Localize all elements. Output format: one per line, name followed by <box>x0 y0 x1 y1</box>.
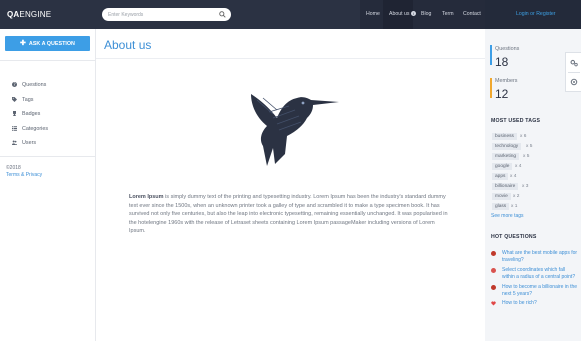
members-stat-label: Members <box>495 78 518 84</box>
ask-question-button[interactable]: ✚ ASK A QUESTION <box>5 36 90 51</box>
plus-icon: ✚ <box>20 40 26 47</box>
side-tools-panel <box>565 52 581 92</box>
article-body: is simply dummy text of the printing and… <box>129 194 448 234</box>
tag-chip[interactable]: google <box>492 163 513 170</box>
tag-count: x 2 <box>513 194 520 199</box>
tag-chip[interactable]: glass <box>492 203 510 210</box>
sidebar-item-tags[interactable]: Tags <box>12 96 33 103</box>
hot-questions-heading: HOT QUESTIONS <box>491 234 537 240</box>
tag-chip[interactable]: technology <box>492 143 522 150</box>
search-input[interactable] <box>108 10 216 19</box>
main-nav: Home About us i Blog Term Contact <box>360 0 485 29</box>
tag-chip[interactable]: apps <box>492 173 509 180</box>
tag-count: x 5 <box>526 144 533 149</box>
user-avatar-icon <box>491 285 496 290</box>
see-more-tags-link[interactable]: See more tags <box>491 213 524 219</box>
members-stat-bar <box>490 78 492 98</box>
sidebar-item-users[interactable]: Users <box>12 140 36 146</box>
search-icon[interactable] <box>219 11 226 18</box>
top-bar: QAENGINE Home About us i Blog Term Conta… <box>0 0 581 29</box>
gear-icon[interactable] <box>570 78 578 86</box>
questions-stat-bar <box>490 45 492 65</box>
sidebar-item-questions[interactable]: ? Questions <box>12 81 46 88</box>
hot-question-link[interactable]: Select coordinates which fall within a r… <box>502 267 578 280</box>
tag-count: x 1 <box>511 204 518 209</box>
tag-count: x 4 <box>510 174 517 179</box>
title-divider <box>96 58 485 59</box>
tag-chip[interactable]: movie <box>492 193 511 200</box>
tag-count: x 5 <box>523 154 530 159</box>
svg-text:?: ? <box>13 82 15 87</box>
left-sidebar: ✚ ASK A QUESTION ? Questions Tags Badges C… <box>0 29 96 341</box>
copyright: ©2018 Terms & Privacy <box>6 165 43 179</box>
tag-chip[interactable]: business <box>492 133 517 140</box>
user-avatar-icon <box>491 251 496 256</box>
article-lead: Lorem Ipsum <box>129 194 164 200</box>
hummingbird-logo-image <box>251 94 339 166</box>
list-icon <box>12 125 17 131</box>
login-area: Login or Register <box>485 0 581 29</box>
login-register-link[interactable]: Login or Register <box>516 11 556 17</box>
about-article: Lorem Ipsum is simply dummy text of the … <box>129 193 451 236</box>
search-box <box>102 8 231 21</box>
site-logo[interactable]: QAENGINE <box>7 10 51 19</box>
nav-term[interactable]: Term <box>442 11 454 17</box>
question-icon: ? <box>12 81 17 87</box>
users-icon <box>12 140 17 145</box>
hot-question-link[interactable]: How to be rich? <box>502 300 578 307</box>
hot-question-link[interactable]: How to become a billionaire in the next … <box>502 284 578 297</box>
sidebar-divider <box>0 156 96 157</box>
terms-privacy-link[interactable]: Terms & Privacy <box>6 172 42 179</box>
most-used-tags-heading: MOST USED TAGS <box>491 118 541 124</box>
questions-stat-value: 18 <box>495 55 509 69</box>
sidebar-item-categories[interactable]: Categories <box>12 125 48 132</box>
user-avatar-icon <box>491 268 496 273</box>
nav-blog[interactable]: Blog <box>421 11 431 17</box>
nav-home[interactable]: Home <box>366 11 380 17</box>
tag-icon <box>12 96 17 102</box>
tools-divider <box>568 72 580 73</box>
tag-chip[interactable]: billionaire <box>492 183 519 190</box>
questions-stat-label: Questions <box>495 46 520 52</box>
tag-chip[interactable]: marketing <box>492 153 520 160</box>
nav-about-us[interactable]: About us i <box>389 11 416 17</box>
sidebar-divider <box>0 60 96 61</box>
tag-count: x 3 <box>522 184 529 189</box>
heart-icon <box>491 301 496 306</box>
members-stat-value: 12 <box>495 87 509 101</box>
tag-count: x 6 <box>520 134 527 139</box>
page-title: About us <box>104 38 152 52</box>
tag-count: x 4 <box>515 164 522 169</box>
hot-question-link[interactable]: What are the best mobile apps for travel… <box>502 250 578 263</box>
nav-contact[interactable]: Contact <box>463 11 481 17</box>
trophy-icon <box>13 110 16 116</box>
settings-icon[interactable] <box>570 59 578 67</box>
info-icon: i <box>410 11 416 17</box>
sidebar-item-badges[interactable]: Badges <box>12 110 40 117</box>
